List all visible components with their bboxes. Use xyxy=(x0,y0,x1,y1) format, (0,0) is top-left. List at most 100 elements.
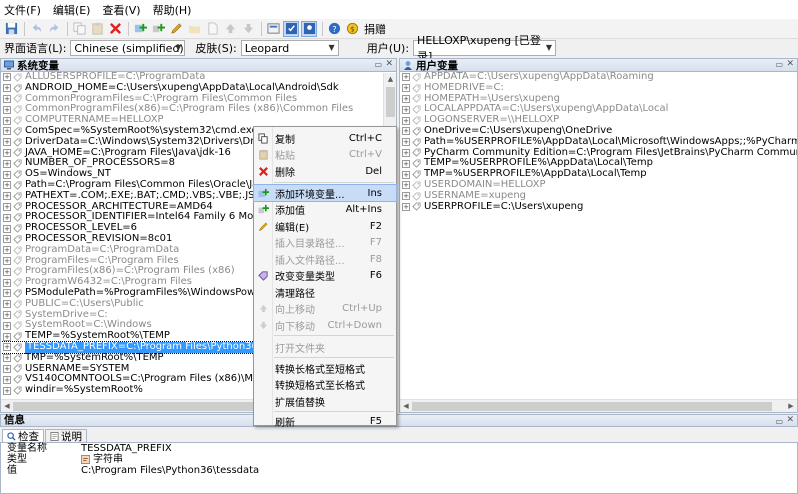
menu-item[interactable]: 添加值 Alt+Ins xyxy=(254,201,396,217)
view-user-icon[interactable] xyxy=(301,20,317,37)
close-icon[interactable]: ✕ xyxy=(786,415,794,426)
scrollbar-thumb[interactable] xyxy=(386,87,395,117)
edit-icon[interactable] xyxy=(168,21,184,37)
user-select[interactable]: HELLOXP\xupeng [已登录] ▼ xyxy=(413,34,557,63)
menu-item[interactable]: 插入文件路径... F8 xyxy=(254,251,396,267)
expand-icon[interactable]: + xyxy=(402,116,410,125)
menu-edit[interactable]: 编辑(E) xyxy=(53,2,91,18)
expand-icon[interactable]: + xyxy=(3,321,11,330)
pin-icon[interactable]: ▭ xyxy=(775,60,783,69)
skin-select[interactable]: Leopard ▼ xyxy=(240,40,339,56)
expand-icon[interactable]: + xyxy=(402,84,410,93)
view-system-icon[interactable] xyxy=(283,20,299,37)
horizontal-scrollbar[interactable]: ◀ ▶ xyxy=(400,399,797,412)
scroll-right-icon[interactable]: ▶ xyxy=(785,400,797,412)
menu-item[interactable]: 编辑(E) F2 xyxy=(254,218,396,234)
close-icon[interactable]: ✕ xyxy=(385,59,393,69)
expand-icon[interactable]: + xyxy=(402,127,410,136)
expand-icon[interactable]: + xyxy=(3,267,11,276)
scroll-up-icon[interactable]: ▲ xyxy=(384,73,397,85)
ui-language-select[interactable]: Chinese (simplified) ▼ xyxy=(70,40,186,56)
expand-icon[interactable]: + xyxy=(3,235,11,244)
expand-icon[interactable]: + xyxy=(3,84,11,93)
menu-item[interactable]: 向下移动 Ctrl+Down xyxy=(254,317,396,333)
expand-icon[interactable]: + xyxy=(3,73,11,82)
expand-icon[interactable]: + xyxy=(402,138,410,147)
paste-icon[interactable] xyxy=(89,21,105,37)
expand-icon[interactable]: + xyxy=(3,224,11,233)
variable-row[interactable]: + ANDROID_HOME=C:\Users\xupeng\AppData\Lo… xyxy=(1,82,396,94)
menu-view[interactable]: 查看(V) xyxy=(102,2,140,18)
menu-help[interactable]: 帮助(H) xyxy=(153,2,192,18)
expand-icon[interactable]: + xyxy=(402,192,410,201)
expand-icon[interactable]: + xyxy=(3,278,11,287)
expand-icon[interactable]: + xyxy=(3,202,11,211)
pin-icon[interactable]: ▭ xyxy=(775,416,783,427)
user-variables-list[interactable]: + APPDATA=C:\Users\xupeng\AppData\Roaming… xyxy=(400,72,797,399)
variable-row[interactable]: + USERNAME=xupeng xyxy=(400,190,797,202)
save-icon[interactable] xyxy=(3,21,19,37)
donate-icon[interactable]: $ xyxy=(344,21,360,37)
expand-icon[interactable]: + xyxy=(3,116,11,125)
expand-icon[interactable]: + xyxy=(402,159,410,168)
menu-item[interactable]: 刷新 F5 xyxy=(254,413,396,429)
expand-icon[interactable]: + xyxy=(3,138,11,147)
expand-icon[interactable]: + xyxy=(3,310,11,319)
expand-icon[interactable]: + xyxy=(402,94,410,103)
scroll-left-icon[interactable]: ◀ xyxy=(1,400,13,412)
expand-icon[interactable]: + xyxy=(3,170,11,179)
expand-icon[interactable]: + xyxy=(402,202,410,211)
expand-icon[interactable]: + xyxy=(3,94,11,103)
scroll-left-icon[interactable]: ◀ xyxy=(400,400,412,412)
expand-icon[interactable]: + xyxy=(3,364,11,373)
expand-icon[interactable]: + xyxy=(3,289,11,298)
expand-icon[interactable]: + xyxy=(3,256,11,265)
menu-item[interactable]: 转换长格式至短格式 xyxy=(254,360,396,376)
options-icon[interactable] xyxy=(265,21,281,37)
insert-file-icon[interactable] xyxy=(204,21,220,37)
copy-icon[interactable] xyxy=(71,21,87,37)
expand-icon[interactable]: + xyxy=(3,246,11,255)
menu-item[interactable]: 粘贴 Ctrl+V xyxy=(254,146,396,162)
menu-item[interactable]: 添加环境变量... Ins xyxy=(253,184,397,202)
expand-icon[interactable]: + xyxy=(402,73,410,82)
redo-icon[interactable] xyxy=(46,21,62,37)
expand-icon[interactable]: + xyxy=(3,332,11,341)
expand-icon[interactable]: + xyxy=(402,181,410,190)
expand-icon[interactable]: + xyxy=(3,386,11,395)
menu-item[interactable]: 扩展值替换 xyxy=(254,393,396,409)
menu-item[interactable]: 删除 Del xyxy=(254,163,396,179)
scrollbar-thumb[interactable] xyxy=(412,402,772,411)
menu-item[interactable]: 向上移动 Ctrl+Up xyxy=(254,300,396,316)
donate-label[interactable]: 捐赠 xyxy=(364,21,386,37)
variable-row[interactable]: + USERPROFILE=C:\Users\xupeng xyxy=(400,201,797,213)
add-value-icon[interactable] xyxy=(150,21,166,37)
menu-item[interactable]: 转换短格式至长格式 xyxy=(254,376,396,392)
expand-icon[interactable]: + xyxy=(402,148,410,157)
insert-folder-icon[interactable] xyxy=(186,21,202,37)
variable-row[interactable]: + Path=%USERPROFILE%\AppData\Local\Micros… xyxy=(400,136,797,148)
pin-icon[interactable]: ▭ xyxy=(374,60,382,69)
move-up-icon[interactable] xyxy=(222,21,238,37)
expand-icon[interactable]: + xyxy=(3,127,11,136)
menu-item[interactable]: 插入目录路径... F7 xyxy=(254,234,396,250)
expand-icon[interactable]: + xyxy=(3,148,11,157)
tab-description[interactable]: 说明 xyxy=(45,429,87,443)
expand-icon[interactable]: + xyxy=(3,354,11,363)
expand-icon[interactable]: + xyxy=(402,105,410,114)
close-icon[interactable]: ✕ xyxy=(786,59,794,69)
expand-icon[interactable]: + xyxy=(3,213,11,222)
move-down-icon[interactable] xyxy=(240,21,256,37)
tab-inspect[interactable]: 检查 xyxy=(2,429,44,443)
expand-icon[interactable]: + xyxy=(3,375,11,384)
menu-item[interactable]: 改变变量类型 F6 xyxy=(254,267,396,283)
expand-icon[interactable]: + xyxy=(3,300,11,309)
expand-icon[interactable]: + xyxy=(3,105,11,114)
menu-file[interactable]: 文件(F) xyxy=(4,2,41,18)
menu-item[interactable]: 打开文件夹 xyxy=(254,339,396,355)
expand-icon[interactable]: + xyxy=(402,170,410,179)
add-variable-icon[interactable] xyxy=(132,21,148,37)
expand-icon[interactable]: + xyxy=(3,192,11,201)
scrollbar-thumb[interactable] xyxy=(13,402,253,411)
help-icon[interactable]: ? xyxy=(326,21,342,37)
